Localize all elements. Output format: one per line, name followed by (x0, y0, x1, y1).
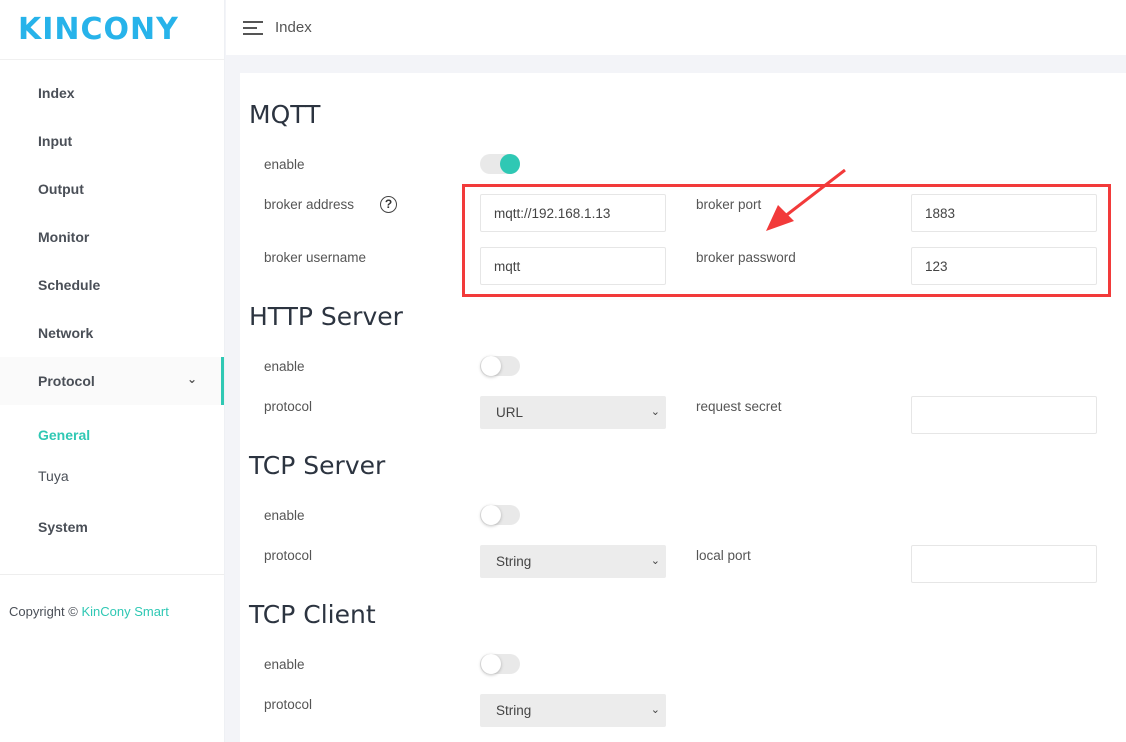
local-port-input[interactable] (911, 545, 1097, 583)
copyright-link[interactable]: KinCony Smart (81, 604, 168, 619)
annotation-arrow-icon (766, 169, 846, 231)
select-value: String (496, 554, 532, 569)
tcp-client-enable-toggle[interactable] (480, 654, 520, 674)
broker-port-label: broker port (696, 197, 762, 212)
copyright: Copyright © KinCony Smart (0, 575, 224, 619)
settings-card: MQTT enable broker address ? broker port… (240, 73, 1126, 742)
sidebar: KINCONY Index Input Output Monitor Sched… (0, 0, 225, 742)
copyright-prefix: Copyright © (9, 604, 78, 619)
toggle-knob (481, 654, 501, 674)
chevron-down-icon: ⌄ (650, 406, 660, 418)
sidebar-item-monitor[interactable]: Monitor (0, 213, 224, 261)
tcp-server-title: TCP Server (249, 451, 386, 480)
tcp-server-enable-toggle[interactable] (480, 505, 520, 525)
chevron-down-icon: ⌄ (650, 555, 660, 567)
sidebar-item-schedule[interactable]: Schedule (0, 261, 224, 309)
request-secret-label: request secret (696, 399, 782, 414)
sidebar-item-output[interactable]: Output (0, 165, 224, 213)
tcp-client-protocol-select[interactable]: String ⌄ (480, 694, 666, 727)
chevron-down-icon: ⌄ (650, 704, 660, 716)
tcp-server-protocol-label: protocol (264, 548, 313, 563)
top-header: Index (226, 0, 1126, 55)
broker-password-label: broker password (696, 250, 796, 265)
local-port-label: local port (696, 548, 751, 563)
mqtt-enable-label: enable (264, 157, 305, 172)
broker-username-label: broker username (264, 250, 367, 265)
tcp-server-protocol-select[interactable]: String ⌄ (480, 545, 666, 578)
select-value: URL (496, 405, 524, 420)
sidebar-subitem-general[interactable]: General (0, 414, 224, 455)
select-value: String (496, 703, 532, 718)
broker-port-input[interactable] (911, 194, 1097, 232)
sidebar-item-protocol[interactable]: Protocol ⌄ (0, 357, 224, 405)
tcp-client-enable-label: enable (264, 657, 305, 672)
broker-address-label: broker address (264, 197, 355, 212)
http-enable-label: enable (264, 359, 305, 374)
sidebar-item-system[interactable]: System (0, 503, 224, 551)
chevron-down-icon: ⌄ (186, 372, 197, 386)
toggle-knob (481, 505, 501, 525)
help-icon[interactable]: ? (380, 196, 397, 213)
sidebar-item-network[interactable]: Network (0, 309, 224, 357)
http-protocol-label: protocol (264, 399, 313, 414)
request-secret-input[interactable] (911, 396, 1097, 434)
tcp-client-title: TCP Client (249, 600, 376, 629)
http-enable-toggle[interactable] (480, 356, 520, 376)
toggle-knob (500, 154, 520, 174)
sidebar-subitem-tuya[interactable]: Tuya (0, 455, 224, 496)
logo: KINCONY (0, 0, 224, 60)
tcp-server-enable-label: enable (264, 508, 305, 523)
mqtt-title: MQTT (249, 100, 321, 129)
mqtt-enable-toggle[interactable] (480, 154, 520, 174)
menu-toggle-icon[interactable] (243, 20, 263, 35)
http-protocol-select[interactable]: URL ⌄ (480, 396, 666, 429)
broker-address-input[interactable] (480, 194, 666, 232)
tcp-client-protocol-label: protocol (264, 697, 313, 712)
broker-username-input[interactable] (480, 247, 666, 285)
broker-password-input[interactable] (911, 247, 1097, 285)
page-title: Index (275, 19, 312, 36)
toggle-knob (481, 356, 501, 376)
sidebar-item-input[interactable]: Input (0, 117, 224, 165)
sidebar-item-index[interactable]: Index (0, 69, 224, 117)
http-server-title: HTTP Server (249, 302, 403, 331)
sidebar-item-label: Protocol (38, 373, 95, 389)
logo-text: KINCONY (18, 12, 179, 47)
